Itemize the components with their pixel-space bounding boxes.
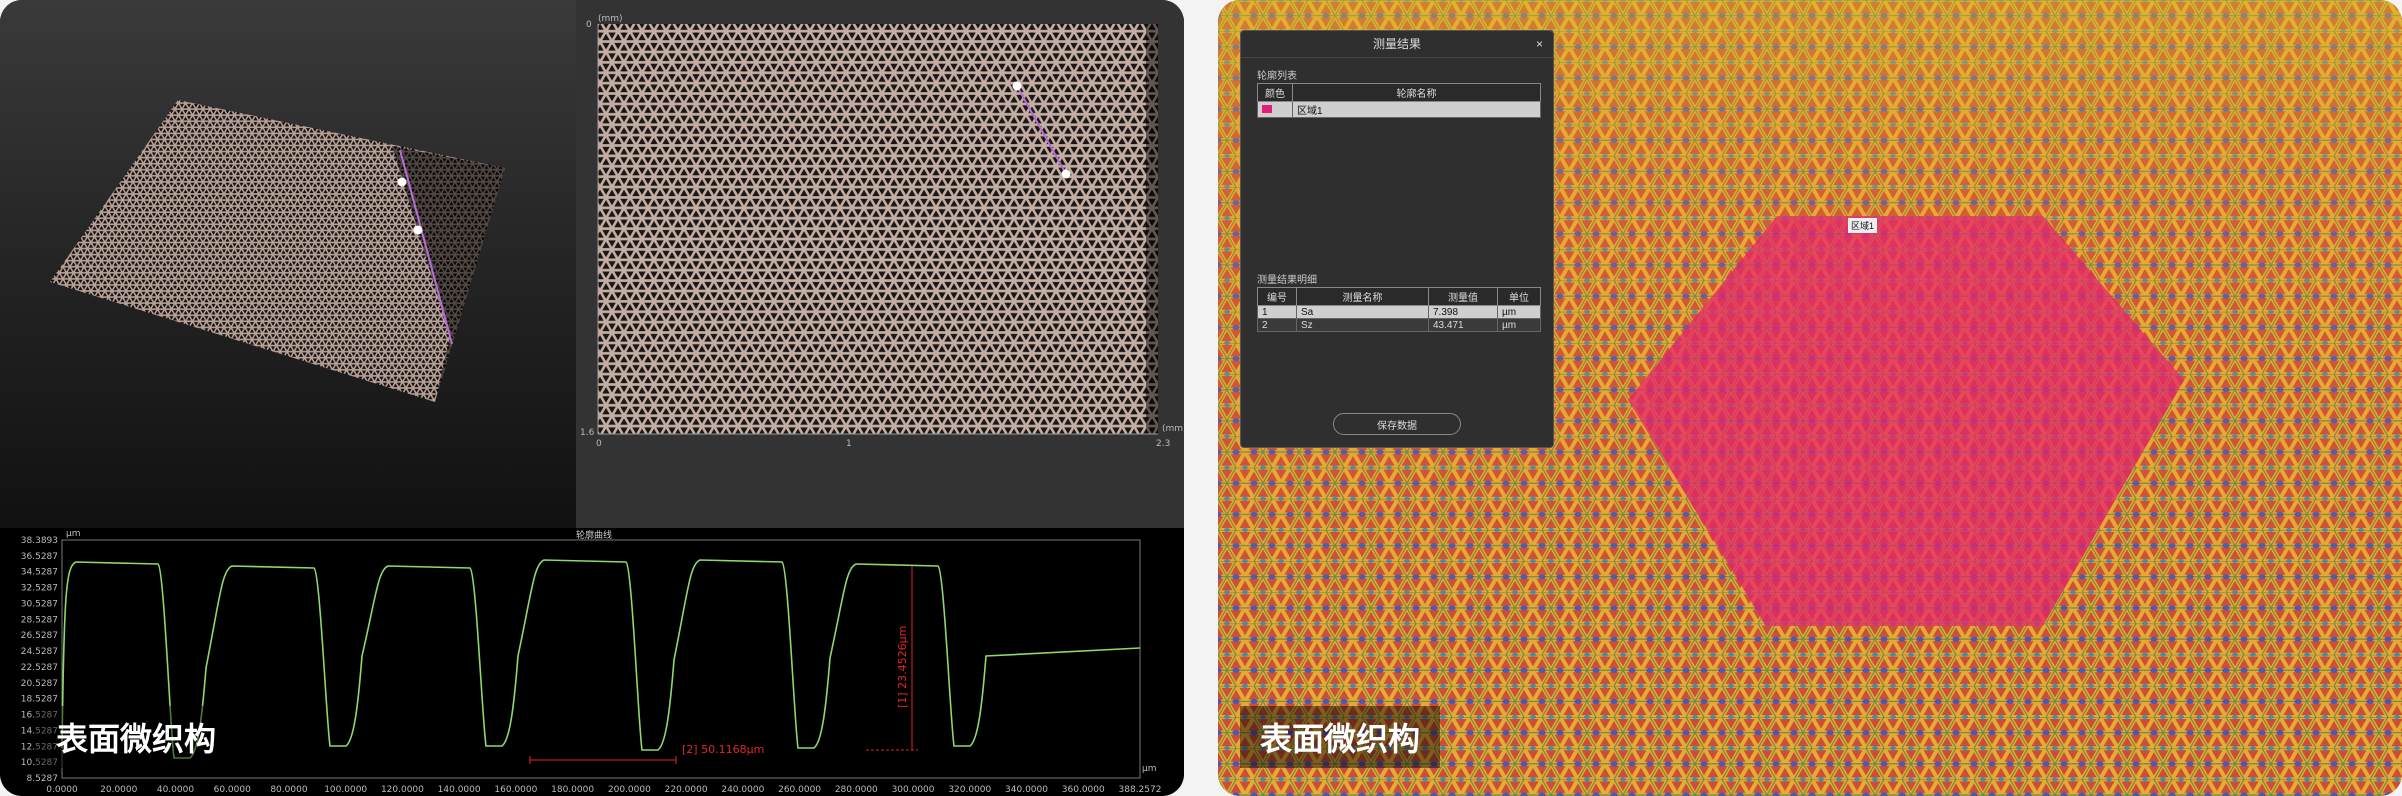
profile-x-tick: 160.0000 — [494, 785, 537, 795]
profile-x-tick: 80.0000 — [270, 785, 307, 795]
2d-x-tick: 1 — [846, 439, 852, 449]
profile-x-tick: 240.0000 — [721, 785, 764, 795]
profile-x-tick: 180.0000 — [551, 785, 594, 795]
2d-x-tick: 0 — [596, 439, 602, 449]
3d-handle-end[interactable] — [413, 225, 423, 235]
2d-x-tick: 2.3 — [1156, 439, 1171, 449]
profile-x-tick: 100.0000 — [324, 785, 367, 795]
profile-x-tick: 360.0000 — [1062, 785, 1105, 795]
result-value: 7.398 — [1428, 305, 1498, 319]
profile-y-tick: 22.5287 — [21, 663, 58, 673]
3d-handle-start[interactable] — [397, 177, 407, 187]
profile-y-tick: 38.3893 — [21, 536, 58, 546]
profile-y-tick: 26.5287 — [21, 631, 58, 641]
contour-section-label: 轮廓列表 — [1257, 71, 1297, 82]
dialog-title: 测量结果 — [1372, 37, 1421, 51]
results-header-value: 测量值 — [1428, 287, 1498, 306]
result-value: 43.471 — [1428, 318, 1498, 332]
2d-handle-start[interactable] — [1012, 81, 1022, 91]
measure-height-label: [1] 23.4526µm — [896, 626, 909, 708]
profile-x-tick: 320.0000 — [948, 785, 991, 795]
2d-unit-right: (mm) — [1162, 424, 1184, 434]
profile-title: 轮廓曲线 — [576, 531, 613, 541]
2d-handle-end[interactable] — [1061, 169, 1071, 179]
contour-row[interactable]: 区域1 — [1257, 101, 1541, 118]
results-header-name: 测量名称 — [1296, 287, 1429, 306]
profile-x-tick: 340.0000 — [1005, 785, 1048, 795]
profile-y-tick: 24.5287 — [21, 647, 58, 657]
results-section-label: 测量结果明细 — [1257, 275, 1317, 286]
left-caption: 表面微织构 — [36, 706, 237, 768]
results-table: 编号 测量名称 测量值 单位 1 Sa 7.398 µm 2 Sz 43.471… — [1257, 287, 1541, 332]
contour-name: 区域1 — [1292, 101, 1541, 118]
profile-y-tick: 34.5287 — [21, 568, 58, 578]
profile-y-tick: 20.5287 — [21, 679, 58, 689]
profile-x-tick: 140.0000 — [438, 785, 481, 795]
profile-x-tick: 280.0000 — [835, 785, 878, 795]
2d-y-top: 0 — [586, 20, 592, 30]
result-unit: µm — [1497, 318, 1541, 332]
2d-y-bottom: 1.6 — [580, 428, 595, 438]
results-header-id: 编号 — [1257, 287, 1297, 306]
profile-x-tick: 120.0000 — [381, 785, 424, 795]
measurement-dialog: 测量结果 × 轮廓列表 颜色 轮廓名称 区域1 测量结果明细 编号 测量名称 测… — [1240, 30, 1554, 448]
contour-header-color: 颜色 — [1257, 83, 1293, 102]
profile-x-tick: 0.0000 — [46, 785, 78, 795]
2d-view[interactable]: (mm) 0 1.6 0 1 2.3 (mm) — [576, 0, 1184, 528]
results-header-unit: 单位 — [1497, 287, 1541, 306]
result-name: Sz — [1296, 318, 1429, 332]
close-icon[interactable]: × — [1536, 31, 1543, 57]
result-name: Sa — [1296, 305, 1429, 319]
profile-x-tick: 60.0000 — [214, 785, 251, 795]
save-data-button[interactable]: 保存数据 — [1333, 413, 1461, 435]
profile-y-unit: µm — [66, 529, 81, 539]
profile-x-tick: 200.0000 — [608, 785, 651, 795]
profile-x-unit: µm — [1142, 764, 1157, 774]
profile-y-tick: 8.5287 — [27, 774, 59, 784]
profile-y-tick: 28.5287 — [21, 615, 58, 625]
result-unit: µm — [1497, 305, 1541, 319]
result-id: 1 — [1257, 305, 1297, 319]
profile-x-tick: 260.0000 — [778, 785, 821, 795]
region-label: 区域1 — [1848, 218, 1878, 233]
right-caption: 表面微织构 — [1240, 706, 1441, 768]
contour-header-name: 轮廓名称 — [1292, 83, 1541, 102]
contour-table: 颜色 轮廓名称 区域1 — [1257, 83, 1541, 118]
result-row[interactable]: 1 Sa 7.398 µm — [1257, 305, 1541, 319]
measure-width-label: [2] 50.1168µm — [682, 743, 764, 756]
dialog-title-bar[interactable]: 测量结果 × — [1241, 31, 1553, 58]
result-id: 2 — [1257, 318, 1297, 332]
result-row[interactable]: 2 Sz 43.471 µm — [1257, 318, 1541, 332]
profile-y-tick: 30.5287 — [21, 599, 58, 609]
profile-y-tick: 32.5287 — [21, 584, 58, 594]
profile-y-tick: 36.5287 — [21, 552, 58, 562]
contour-color-swatch — [1262, 105, 1272, 114]
2d-height-map — [598, 24, 1158, 434]
left-panel: (mm) 0 1.6 0 1 2.3 (mm) 38.3893 36.5287 34… — [0, 0, 1184, 796]
profile-x-tick: 40.0000 — [157, 785, 194, 795]
right-panel: 区域1 测量结果 × 轮廓列表 颜色 轮廓名称 区域1 测量结果明细 编号 测量… — [1218, 0, 2402, 796]
3d-view[interactable] — [0, 0, 576, 528]
profile-x-tick: 388.2572 — [1119, 785, 1162, 795]
profile-x-tick: 20.0000 — [100, 785, 137, 795]
profile-y-tick: 18.5287 — [21, 695, 58, 705]
2d-unit-top: (mm) — [598, 14, 623, 24]
profile-x-tick: 300.0000 — [892, 785, 935, 795]
profile-x-tick: 220.0000 — [665, 785, 708, 795]
